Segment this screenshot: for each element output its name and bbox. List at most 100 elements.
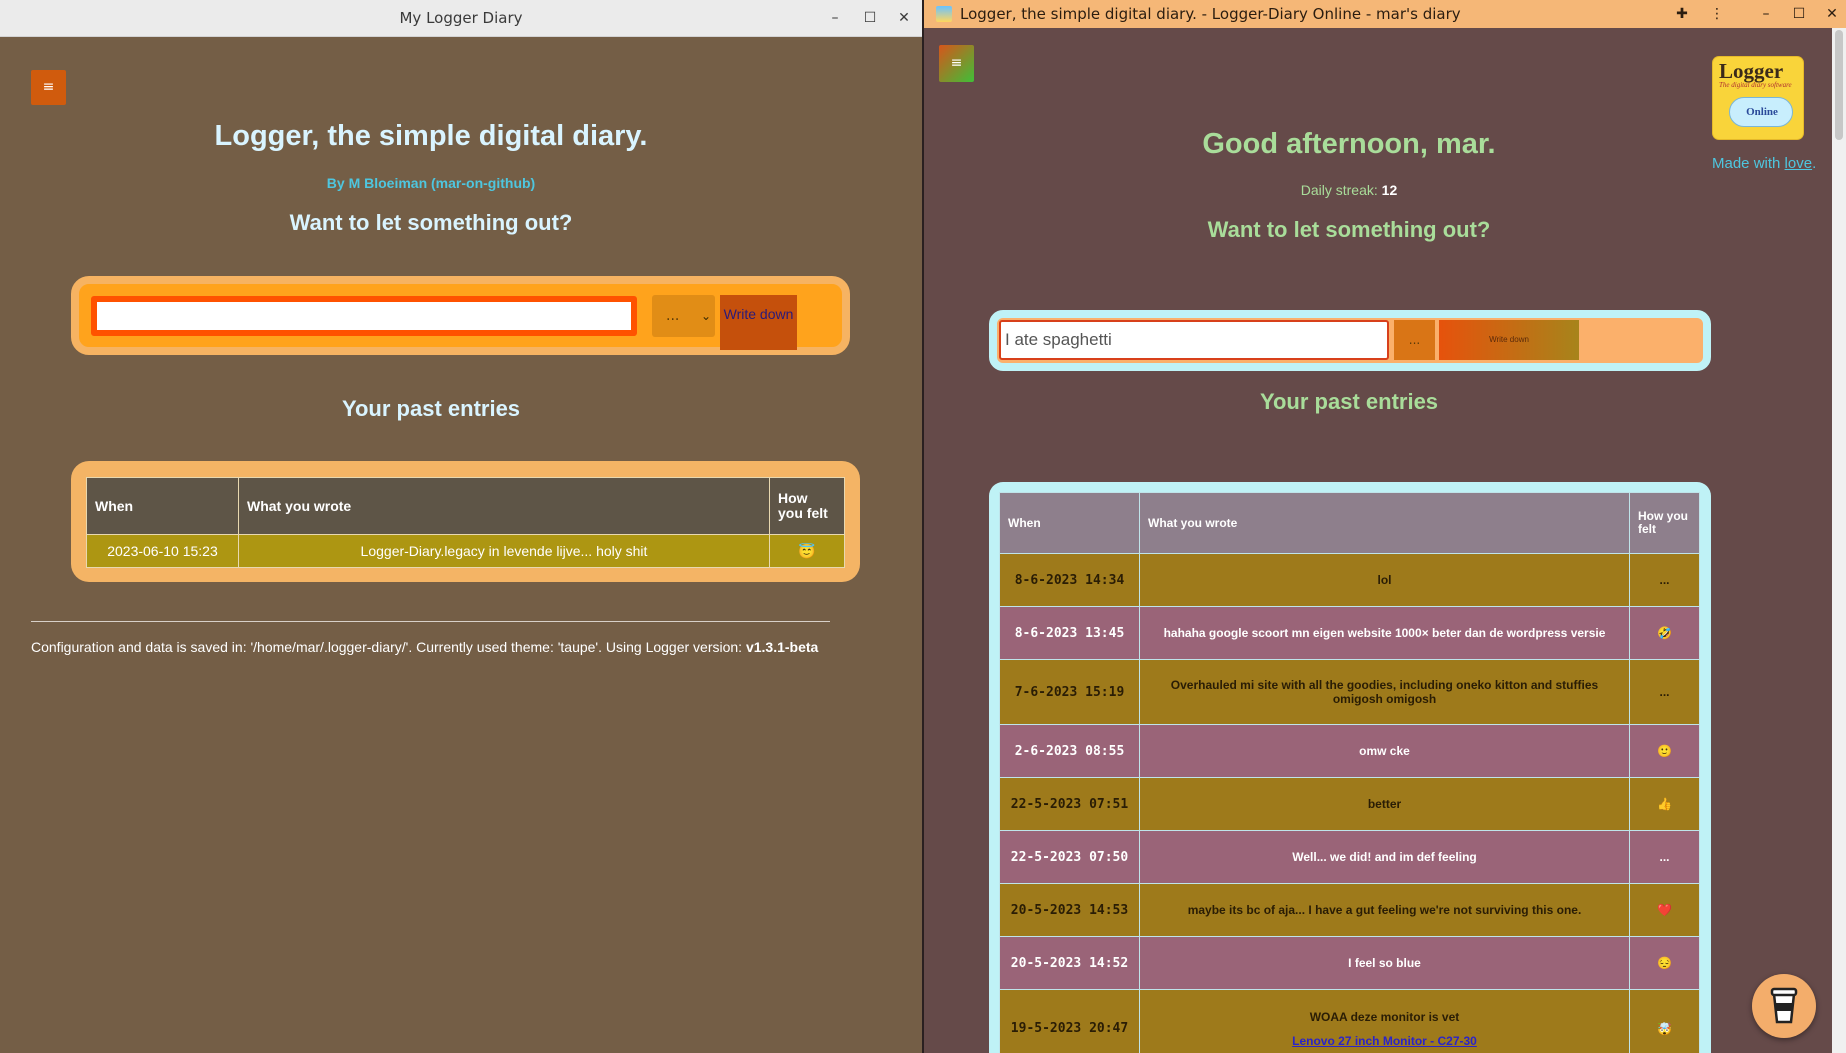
- footer-info: Configuration and data is saved in: '/ho…: [31, 639, 821, 655]
- entry-date: 2-6-2023 08:55: [999, 724, 1140, 778]
- entry-text-input[interactable]: I ate spaghetti: [999, 320, 1389, 360]
- mood-select-value: ...: [666, 308, 680, 324]
- entry-text: I feel so blue: [1139, 936, 1630, 990]
- hamburger-menu-button[interactable]: ≡: [31, 70, 66, 105]
- entry-text: lol: [1139, 553, 1630, 607]
- version-label: v1.3.1-beta: [745, 639, 819, 655]
- table-row: 22-5-2023 07:51 better 👍: [999, 777, 1700, 831]
- close-icon[interactable]: ✕: [1821, 3, 1843, 25]
- table-row: 20-5-2023 14:53 maybe its bc of aja... I…: [999, 883, 1700, 937]
- entry-mood: 😇: [769, 534, 845, 568]
- table-row: 22-5-2023 07:50 Well... we did! and im d…: [999, 830, 1700, 884]
- entry-form: I ate spaghetti ... Write down: [989, 310, 1711, 371]
- entry-date: 7-6-2023 15:19: [999, 659, 1140, 725]
- window-title: My Logger Diary: [399, 9, 523, 27]
- browser-tab-title: Logger, the simple digital diary. - Logg…: [960, 5, 1461, 23]
- column-header-felt: How you felt: [1629, 492, 1700, 554]
- entry-text: hahaha google scoort mn eigen website 10…: [1139, 606, 1630, 660]
- logo-tagline: The digital diary software: [1719, 81, 1792, 89]
- entry-text-cell: WOAA deze monitor is vet Lenovo 27 inch …: [1139, 989, 1630, 1053]
- past-entries-heading: Your past entries: [341, 396, 521, 421]
- entries-table: When What you wrote How you felt 2023-06…: [86, 477, 845, 568]
- monitor-link[interactable]: Lenovo 27 inch Monitor - C27-30: [1292, 1034, 1477, 1048]
- extensions-icon[interactable]: ✚: [1671, 3, 1693, 25]
- streak-value: 12: [1381, 182, 1398, 198]
- entry-text: better: [1139, 777, 1630, 831]
- entry-mood: 😔: [1629, 936, 1700, 990]
- entry-date: 20-5-2023 14:53: [999, 883, 1140, 937]
- made-with-suffix: .: [1812, 155, 1817, 172]
- logo-badge: Online: [1746, 106, 1778, 118]
- entry-mood: ❤️: [1629, 883, 1700, 937]
- maximize-icon[interactable]: ☐: [860, 8, 880, 28]
- table-row: 19-5-2023 20:47 WOAA deze monitor is vet…: [999, 989, 1700, 1053]
- entry-text-input[interactable]: [91, 296, 637, 336]
- past-entries-heading: Your past entries: [1259, 389, 1439, 414]
- footer-text: Configuration and data is saved in: '/ho…: [31, 639, 746, 655]
- entry-date: 20-5-2023 14:52: [999, 936, 1140, 990]
- streak-label: Daily streak:: [1300, 182, 1382, 198]
- entry-date: 8-6-2023 14:34: [999, 553, 1140, 607]
- table-header-row: When What you wrote How you felt: [999, 492, 1700, 554]
- browser-titlebar: Logger, the simple digital diary. - Logg…: [924, 0, 1846, 28]
- entries-table-container: When What you wrote How you felt 2023-06…: [71, 461, 860, 582]
- table-row: 20-5-2023 14:52 I feel so blue 😔: [999, 936, 1700, 990]
- entry-text: Logger-Diary.legacy in levende lijve... …: [238, 534, 770, 568]
- entry-date: 2023-06-10 15:23: [86, 534, 239, 568]
- chevron-down-icon: ⌄: [700, 309, 711, 323]
- entry-prompt-heading: Want to let something out?: [1207, 217, 1491, 242]
- entry-text: omw cke: [1139, 724, 1630, 778]
- entry-date: 19-5-2023 20:47: [999, 989, 1140, 1053]
- cloud-icon: Online: [1729, 97, 1793, 127]
- table-row: 2023-06-10 15:23 Logger-Diary.legacy in …: [86, 534, 845, 568]
- minimize-icon[interactable]: –: [1755, 3, 1777, 25]
- hamburger-menu-button[interactable]: ≡: [939, 45, 974, 82]
- minimize-icon[interactable]: –: [825, 8, 845, 28]
- column-header-felt: How you felt: [769, 477, 845, 535]
- column-header-what: What you wrote: [238, 477, 770, 535]
- entry-mood: ...: [1629, 553, 1700, 607]
- table-header-row: When What you wrote How you felt: [86, 477, 845, 535]
- table-row: 7-6-2023 15:19 Overhauled mi site with a…: [999, 659, 1700, 725]
- maximize-icon[interactable]: ☐: [1788, 3, 1810, 25]
- column-header-when: When: [999, 492, 1140, 554]
- table-row: 2-6-2023 08:55 omw cke 🙂: [999, 724, 1700, 778]
- write-down-button[interactable]: Write down: [1439, 320, 1579, 360]
- page-title: Logger, the simple digital diary.: [214, 120, 648, 152]
- right-browser-window: Logger, the simple digital diary. - Logg…: [922, 0, 1846, 1053]
- love-link[interactable]: love: [1785, 155, 1813, 172]
- entries-table-container: When What you wrote How you felt 8-6-202…: [989, 482, 1711, 1053]
- favicon-icon: [936, 6, 952, 22]
- entry-mood: 🙂: [1629, 724, 1700, 778]
- table-row: 8-6-2023 13:45 hahaha google scoort mn e…: [999, 606, 1700, 660]
- entry-mood: 👍: [1629, 777, 1700, 831]
- divider: [31, 621, 830, 622]
- entry-mood: 🤯: [1629, 989, 1700, 1053]
- entry-text: maybe its bc of aja... I have a gut feel…: [1139, 883, 1630, 937]
- greeting-title: Good afternoon, mar.: [1202, 128, 1496, 160]
- table-row: 8-6-2023 14:34 lol ...: [999, 553, 1700, 607]
- entry-date: 8-6-2023 13:45: [999, 606, 1140, 660]
- entry-mood: ...: [1629, 659, 1700, 725]
- entry-date: 22-5-2023 07:51: [999, 777, 1140, 831]
- entry-prompt-heading: Want to let something out?: [289, 210, 573, 235]
- entry-mood: ...: [1629, 830, 1700, 884]
- page-scrollbar[interactable]: [1832, 28, 1846, 1053]
- entries-table: When What you wrote How you felt 8-6-202…: [999, 492, 1700, 1053]
- coffee-cup-icon: [1770, 987, 1798, 1024]
- column-header-when: When: [86, 477, 239, 535]
- entry-form: ... ⌄ Write down: [71, 276, 850, 355]
- column-header-what: What you wrote: [1139, 492, 1630, 554]
- kebab-menu-icon[interactable]: ⋮: [1706, 3, 1728, 25]
- scrollbar-thumb[interactable]: [1835, 30, 1843, 140]
- logger-online-logo[interactable]: Logger The digital diary software Online: [1713, 57, 1803, 139]
- entry-mood: 🤣: [1629, 606, 1700, 660]
- close-icon[interactable]: ✕: [894, 8, 914, 28]
- entry-text: Overhauled mi site with all the goodies,…: [1139, 659, 1630, 725]
- buy-me-a-coffee-button[interactable]: [1752, 974, 1816, 1038]
- author-credit[interactable]: By M Bloeiman (mar-on-github): [0, 175, 862, 191]
- mood-select[interactable]: ...: [1394, 320, 1435, 360]
- write-down-button[interactable]: Write down: [720, 295, 797, 350]
- mood-select[interactable]: ... ⌄: [652, 295, 715, 337]
- entry-text: Well... we did! and im def feeling: [1139, 830, 1630, 884]
